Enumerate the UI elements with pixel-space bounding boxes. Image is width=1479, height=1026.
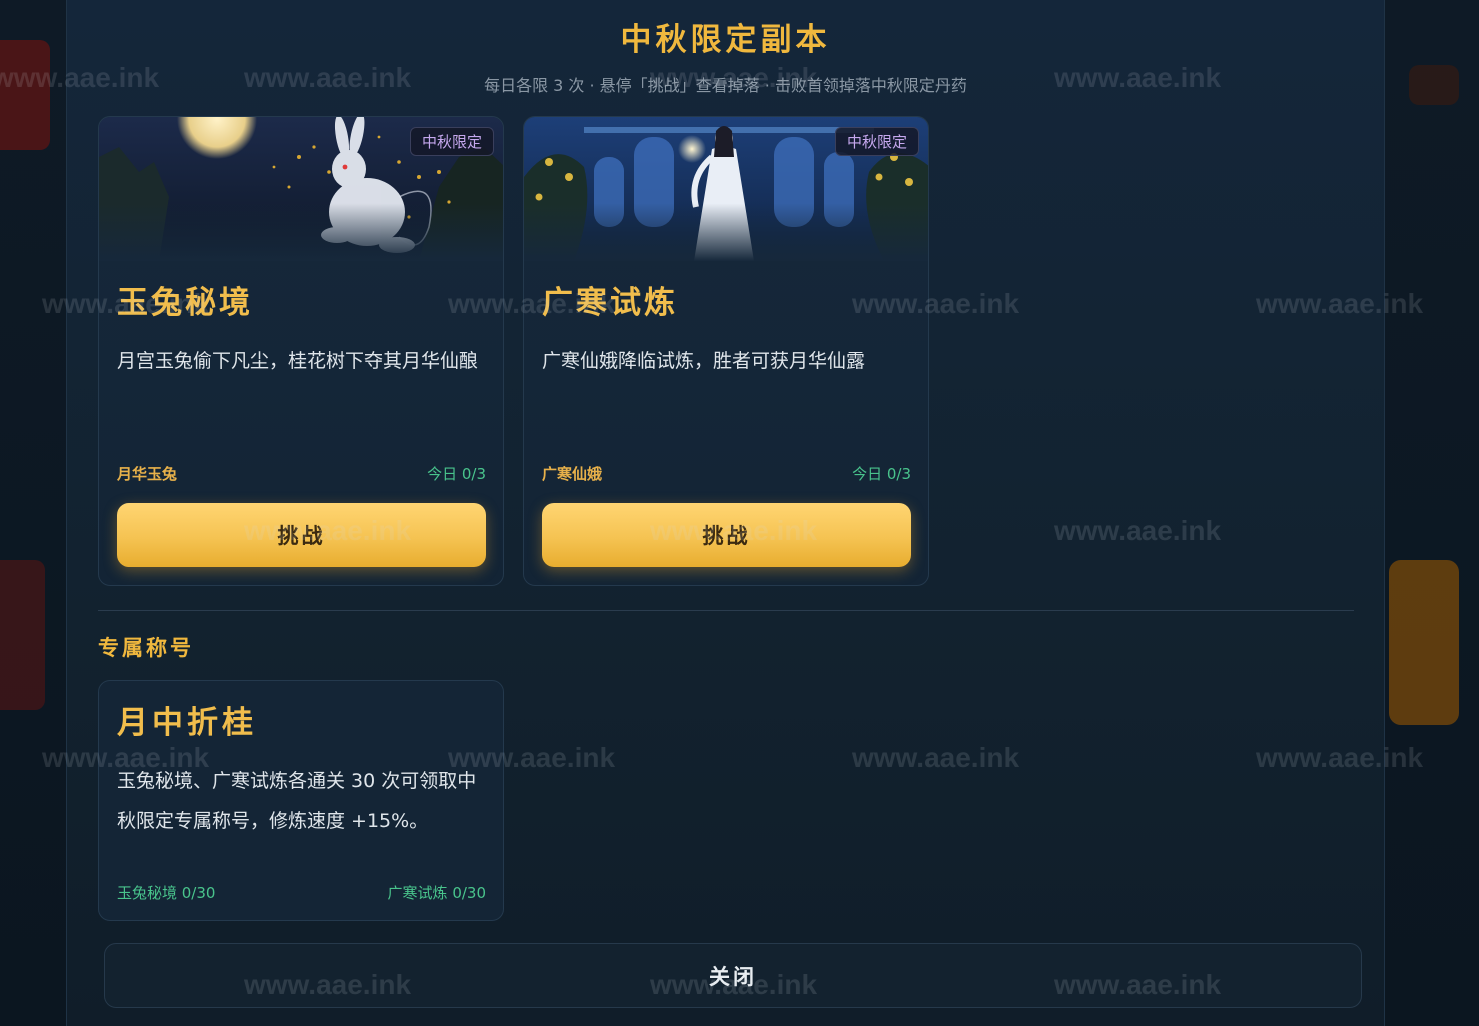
- close-button[interactable]: 关闭: [104, 943, 1362, 1008]
- boss-name: 月华玉兔: [117, 465, 178, 483]
- daily-count: 今日 0/3: [852, 465, 911, 483]
- dungeon-card-guanghan: 中秋限定 广寒试炼 广寒仙娥降临试炼，胜者可获月华仙露 广寒仙娥 今日 0/3 …: [523, 116, 929, 586]
- modal-title: 中秋限定副本: [620, 22, 831, 58]
- boss-name: 广寒仙娥: [542, 465, 603, 483]
- limited-tag: 中秋限定: [409, 127, 494, 156]
- section-heading: 专属称号: [98, 635, 194, 660]
- daily-count: 今日 0/3: [427, 465, 486, 483]
- dungeon-description: 广寒仙娥降临试炼，胜者可获月华仙露: [542, 350, 866, 372]
- background-panel: [1409, 65, 1459, 105]
- progress-rabbit: 玉兔秘境 0/30: [117, 884, 216, 902]
- challenge-button[interactable]: 挑战: [117, 503, 486, 567]
- title-name: 月中折桂: [117, 705, 257, 741]
- exclusive-title-card: 月中折桂 玉兔秘境、广寒试炼各通关 30 次可领取中秋限定专属称号，修炼速度 +…: [98, 680, 504, 921]
- background-panel: [1389, 560, 1459, 725]
- background-panel: [0, 560, 45, 710]
- challenge-button[interactable]: 挑战: [542, 503, 911, 567]
- progress-guanghan: 广寒试炼 0/30: [387, 884, 486, 902]
- dungeon-description: 月宫玉兔偷下凡尘，桂花树下夺其月华仙酿: [117, 350, 479, 372]
- dungeon-card-jade-rabbit: 中秋限定 玉兔秘境 月宫玉兔偷下凡尘，桂花树下夺其月华仙酿 月华玉兔 今日 0/…: [98, 116, 504, 586]
- dungeon-name: 广寒试炼: [542, 285, 678, 321]
- modal-subtitle: 每日各限 3 次 · 悬停「挑战」查看掉落 · 击败首领掉落中秋限定丹药: [484, 76, 967, 95]
- limited-tag: 中秋限定: [834, 127, 919, 156]
- moon-rabbit-illustration: 中秋限定: [99, 117, 503, 261]
- mid-autumn-dungeon-modal: 中秋限定副本 每日各限 3 次 · 悬停「挑战」查看掉落 · 击败首领掉落中秋限…: [66, 0, 1385, 1026]
- moon-palace-fairy-illustration: 中秋限定: [524, 117, 928, 261]
- dungeon-name: 玉兔秘境: [117, 285, 253, 321]
- section-divider: [98, 610, 1354, 611]
- background-panel: [0, 40, 50, 150]
- title-description: 玉兔秘境、广寒试炼各通关 30 次可领取中秋限定专属称号，修炼速度 +15%。: [117, 770, 477, 832]
